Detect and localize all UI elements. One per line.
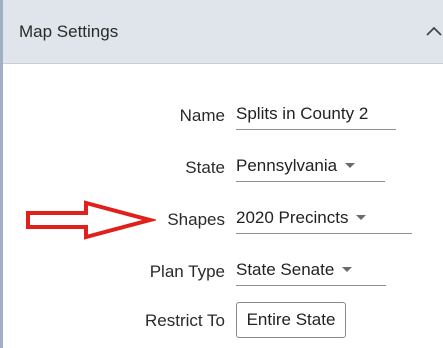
state-value: Pennsylvania	[236, 156, 338, 175]
chevron-down-icon	[342, 267, 353, 273]
name-value: Splits in County 2	[236, 104, 369, 123]
chevron-down-icon	[356, 215, 367, 221]
chevron-up-icon[interactable]	[424, 22, 443, 42]
map-settings-panel: Map Settings Name Splits in County 2 Sta…	[0, 0, 443, 348]
shapes-label: Shapes	[167, 210, 225, 229]
restrict-to-button[interactable]: Entire State	[236, 302, 346, 338]
panel-header[interactable]: Map Settings	[3, 0, 443, 64]
plan-type-value: State Senate	[236, 260, 335, 279]
chevron-down-icon	[345, 163, 356, 169]
plan-type-label: Plan Type	[149, 262, 225, 281]
state-select[interactable]: Pennsylvania	[236, 154, 385, 182]
state-label: State	[185, 158, 225, 177]
plan-type-select[interactable]: State Senate	[236, 258, 386, 286]
restrict-to-label: Restrict To	[145, 311, 225, 330]
name-field[interactable]: Splits in County 2	[236, 102, 396, 130]
shapes-value: 2020 Precincts	[236, 208, 349, 227]
arrow-annotation-icon	[26, 200, 156, 240]
name-label: Name	[179, 106, 225, 125]
panel-title: Map Settings	[19, 22, 119, 41]
shapes-select[interactable]: 2020 Precincts	[236, 206, 412, 234]
